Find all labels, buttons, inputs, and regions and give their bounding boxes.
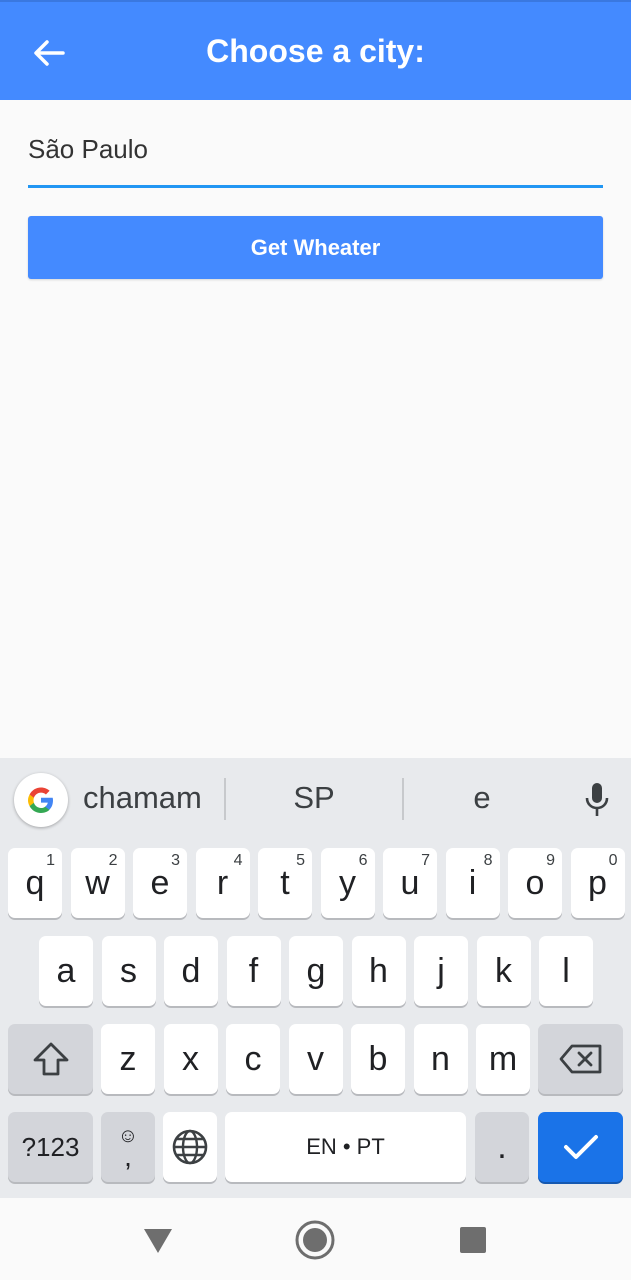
backspace-icon [559,1044,601,1074]
soft-keyboard: chamam SP e ?123 ☺ , EN • PT . q 1 w 2 e… [0,758,631,1198]
key-w[interactable]: w2 [70,848,125,918]
nav-home-button[interactable] [293,1218,337,1262]
key-o[interactable]: o9 [508,848,562,918]
city-field [28,130,603,188]
comma-label: , [124,1141,132,1172]
triangle-back-icon [144,1229,172,1253]
backspace-key[interactable] [538,1024,623,1094]
key-label: y [339,863,356,902]
main-content: Get Wheater [0,100,631,758]
emoji-comma-key[interactable]: ☺ , [101,1112,155,1182]
key-hint: 6 [358,852,368,869]
key-label: b [368,1039,388,1078]
key-hint: 4 [233,852,243,869]
key-h[interactable]: h [351,936,406,1006]
square-recents-icon [460,1227,486,1253]
key-j[interactable]: j [414,936,468,1006]
key-label: u [400,863,420,902]
symbols-key[interactable]: ?123 [8,1112,93,1182]
key-x[interactable]: x [163,1024,218,1094]
key-hint: 8 [483,852,493,869]
key-label: m [488,1039,518,1078]
page-title: Choose a city: [206,33,425,69]
key-hint: 7 [421,852,430,869]
key-d[interactable]: d [164,936,218,1006]
language-key[interactable] [163,1112,217,1182]
key-f[interactable]: f [226,936,281,1006]
key-v[interactable]: v [288,1024,343,1094]
key-label: n [431,1039,450,1078]
globe-icon [172,1129,208,1165]
city-input[interactable] [28,130,603,165]
nav-back-button[interactable] [136,1218,180,1262]
get-weather-button[interactable]: Get Wheater [28,216,603,279]
system-nav-bar [0,1198,631,1280]
key-hint: 2 [108,852,118,869]
key-label: q [25,863,45,902]
key-g[interactable]: g [289,936,343,1006]
shift-key[interactable] [8,1024,93,1094]
key-label: j [437,951,445,990]
key-c[interactable]: c [226,1024,280,1094]
shift-arrow-icon [33,1042,68,1076]
key-t[interactable]: t5 [258,848,312,918]
key-p[interactable]: p0 [570,848,625,918]
key-n[interactable]: n [413,1024,468,1094]
key-label: c [244,1039,262,1078]
key-label: v [307,1039,324,1078]
key-label: d [181,951,201,990]
key-z[interactable]: z [101,1024,155,1094]
nav-recents-button[interactable] [451,1218,495,1262]
key-hint: 9 [546,852,555,869]
circle-home-icon [295,1220,335,1260]
key-r[interactable]: r4 [195,848,250,918]
key-label: s [120,951,137,990]
key-label: x [182,1039,199,1078]
key-s[interactable]: s [101,936,156,1006]
key-u[interactable]: u7 [383,848,437,918]
checkmark-icon [563,1135,598,1159]
key-a[interactable]: a [39,936,93,1006]
space-key[interactable]: EN • PT [225,1112,466,1182]
key-label: e [150,863,170,902]
microphone-icon[interactable] [578,780,616,820]
key-l[interactable]: l [539,936,593,1006]
key-hint: 1 [46,852,55,869]
enter-key[interactable] [538,1112,623,1182]
key-hint: 5 [296,852,305,869]
key-hint: 0 [608,852,618,869]
key-label: w [85,863,110,902]
key-b[interactable]: b [351,1024,405,1094]
key-label: t [280,863,290,902]
key-label: g [306,951,326,990]
suggestion-2[interactable]: SP [226,780,402,816]
suggestion-3[interactable]: e [404,780,560,816]
key-q[interactable]: q1 [8,848,62,918]
google-logo-icon[interactable] [14,773,68,827]
key-i[interactable]: i8 [445,848,500,918]
key-label: r [216,863,229,902]
key-label: z [119,1039,137,1078]
key-k[interactable]: k [476,936,531,1006]
suggestion-strip: chamam SP e [0,758,631,840]
key-e[interactable]: e3 [133,848,187,918]
key-label: k [495,951,512,990]
key-m[interactable]: m [476,1024,530,1094]
key-label: p [588,863,607,902]
suggestion-1[interactable]: chamam [83,780,202,816]
key-label: i [468,863,477,902]
app-bar: Choose a city: [0,0,631,100]
key-label: a [56,951,76,990]
period-key[interactable]: . [475,1112,529,1182]
key-label: l [562,951,570,990]
key-hint: 3 [171,852,180,869]
key-label: o [525,863,545,902]
key-label: h [369,951,388,990]
key-label: f [248,951,259,990]
key-y[interactable]: y6 [320,848,375,918]
